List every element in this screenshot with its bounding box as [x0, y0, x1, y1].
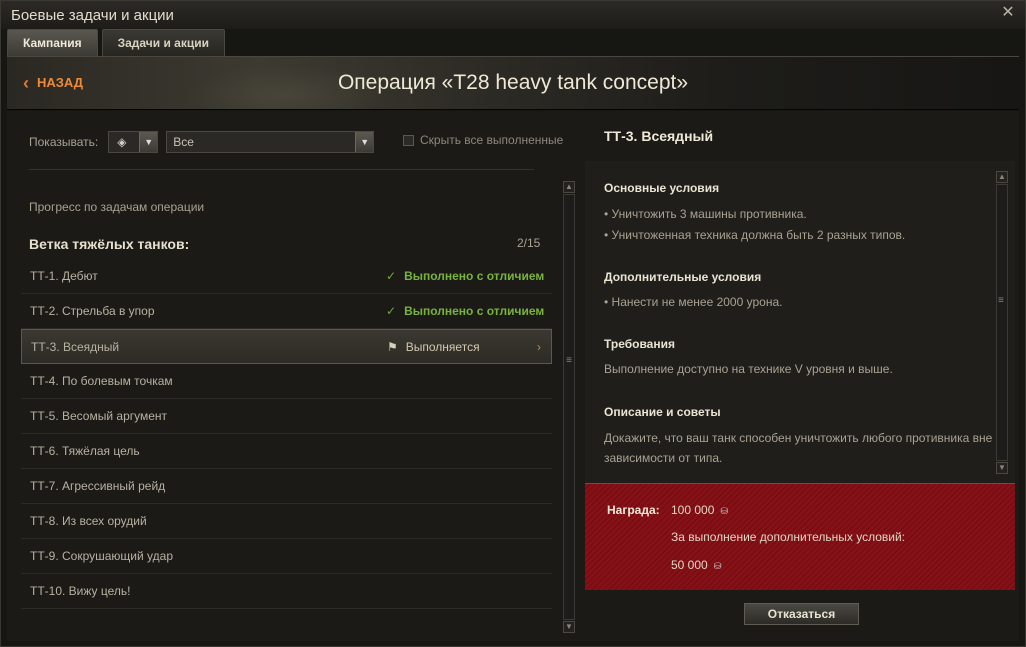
divider	[29, 169, 534, 170]
tips-text-line: Докажите, что ваш танк способен уничтожи…	[604, 431, 993, 445]
task-status-text: Выполнено с отличием	[404, 304, 545, 318]
title-bar: Боевые задачи и акции ✕	[1, 1, 1025, 29]
task-row[interactable]: ТТ-1. Дебют ✓ Выполнено с отличием	[21, 259, 552, 294]
tips-title: Описание и советы	[604, 405, 721, 419]
task-name: ТТ-5. Весомый аргумент	[30, 409, 168, 423]
close-icon[interactable]: ✕	[999, 4, 1017, 22]
decline-button[interactable]: Отказаться	[744, 603, 859, 625]
tab-campaign[interactable]: Кампания	[7, 29, 98, 56]
task-status: ⚑ Выполняется	[387, 340, 480, 354]
reward-label: Награда:	[607, 503, 660, 517]
task-name: ТТ-6. Тяжёлая цель	[30, 444, 140, 458]
branch-progress-count: 2/15	[517, 236, 541, 250]
operation-progress-link[interactable]: Прогресс по задачам операции	[29, 200, 204, 214]
reward-credits-value: 100 000	[671, 503, 715, 517]
extra-conditions-title: Дополнительные условия	[604, 270, 762, 284]
task-row[interactable]: ТТ-9. Сокрушающий удар	[21, 539, 552, 574]
detail-scrollbar[interactable]: ▲ ≡ ▼	[996, 171, 1008, 474]
task-name: ТТ-7. Агрессивный рейд	[30, 479, 166, 493]
task-row-selected[interactable]: ТТ-3. Всеядный ⚑ Выполняется ›	[21, 329, 552, 364]
tab-quests-and-promotions[interactable]: Задачи и акции	[101, 29, 225, 56]
extra-condition-item: • Нанести не менее 2000 урона.	[604, 295, 783, 309]
task-row[interactable]: ТТ-6. Тяжёлая цель	[21, 434, 552, 469]
task-name: ТТ-4. По болевым точкам	[30, 374, 173, 388]
task-name: ТТ-1. Дебют	[30, 269, 98, 283]
check-icon: ✓	[386, 304, 397, 318]
operation-header: ‹ НАЗАД Операция «T28 heavy tank concept…	[7, 56, 1019, 110]
flag-icon: ⚑	[387, 340, 398, 354]
extra-reward-label: За выполнение дополнительных условий:	[671, 530, 905, 544]
filter-selected-value: Все	[173, 135, 194, 149]
task-row[interactable]: ТТ-10. Вижу цель!	[21, 574, 552, 609]
task-name: ТТ-2. Стрельба в упор	[30, 304, 155, 318]
show-label: Показывать:	[29, 135, 99, 149]
requirements-title: Требования	[604, 337, 675, 351]
task-detail-panel: Основные условия • Уничтожить 3 машины п…	[585, 161, 1015, 483]
scroll-up-icon[interactable]: ▲	[563, 181, 575, 193]
chevron-down-icon: ▼	[355, 132, 374, 152]
credits-icon: ⛁	[713, 561, 722, 571]
task-status-text: Выполнено с отличием	[404, 269, 545, 283]
scroll-down-icon[interactable]: ▼	[563, 621, 575, 633]
vehicle-type-dropdown[interactable]: ◈ ▼	[108, 131, 159, 153]
chevron-right-icon: ›	[537, 340, 541, 354]
operation-title: Операция «T28 heavy tank concept»	[337, 71, 689, 94]
hide-completed-checkbox[interactable]	[403, 134, 414, 146]
task-name: ТТ-10. Вижу цель!	[30, 584, 131, 598]
task-name: ТТ-9. Сокрушающий удар	[30, 549, 173, 563]
filter-bar: Показывать: ◈ ▼ Все ▼	[29, 131, 375, 153]
reward-panel: Награда: 100 000 ⛁ За выполнение дополнит…	[585, 483, 1015, 590]
task-row[interactable]: ТТ-8. Из всех орудий	[21, 504, 552, 539]
main-condition-item: • Уничтожить 3 машины противника.	[604, 207, 807, 221]
task-status: ✓ Выполнено с отличием	[386, 304, 544, 318]
task-list: ТТ-1. Дебют ✓ Выполнено с отличием ТТ-2. …	[21, 259, 552, 609]
task-status: ✓ Выполнено с отличием	[386, 269, 544, 283]
filter-dropdown[interactable]: Все ▼	[166, 131, 375, 153]
scroll-up-icon[interactable]: ▲	[996, 171, 1008, 183]
tab-bar: Кампания Задачи и акции	[7, 29, 225, 56]
task-list-scrollbar[interactable]: ▲ ≡ ▼	[563, 181, 575, 633]
chevron-down-icon: ▼	[139, 132, 158, 152]
task-row[interactable]: ТТ-2. Стрельба в упор ✓ Выполнено с отлич…	[21, 294, 552, 329]
requirements-text: Выполнение доступно на технике V уровня …	[604, 362, 893, 376]
main-condition-item: • Уничтоженная техника должна быть 2 раз…	[604, 228, 906, 242]
extra-reward-credits-value: 50 000	[671, 558, 708, 572]
branch-title: Ветка тяжёлых танков:	[29, 236, 190, 252]
hide-completed-label: Скрыть все выполненные	[420, 133, 564, 147]
window-title: Боевые задачи и акции	[11, 7, 174, 24]
task-status-text: Выполняется	[405, 340, 480, 354]
task-detail-title: ТТ-3. Всеядный	[604, 128, 714, 144]
task-name: ТТ-3. Всеядный	[31, 340, 120, 354]
scroll-down-icon[interactable]: ▼	[996, 462, 1008, 474]
scroll-track[interactable]: ≡	[996, 184, 1008, 461]
quests-window: Боевые задачи и акции ✕ Кампания Задачи …	[0, 0, 1026, 647]
task-row[interactable]: ТТ-5. Весомый аргумент	[21, 399, 552, 434]
reward-credits: 100 000 ⛁	[671, 503, 728, 517]
task-name: ТТ-8. Из всех орудий	[30, 514, 147, 528]
task-row[interactable]: ТТ-7. Агрессивный рейд	[21, 469, 552, 504]
main-conditions-title: Основные условия	[604, 181, 720, 195]
extra-reward-credits: 50 000 ⛁	[671, 558, 721, 572]
tips-text-line: зависимости от типа.	[604, 451, 723, 465]
scroll-grip-icon[interactable]: ≡	[565, 355, 573, 366]
scroll-track[interactable]: ≡	[563, 194, 575, 620]
vehicle-type-icon: ◈	[117, 135, 127, 149]
task-row[interactable]: ТТ-4. По болевым точкам	[21, 364, 552, 399]
hide-completed-toggle[interactable]: Скрыть все выполненные	[403, 133, 563, 147]
credits-icon: ⛁	[720, 506, 728, 516]
check-icon: ✓	[386, 269, 397, 283]
scroll-grip-icon[interactable]: ≡	[998, 295, 1004, 306]
main-content: Показывать: ◈ ▼ Все ▼ Скрыть все выполне…	[7, 111, 1019, 641]
